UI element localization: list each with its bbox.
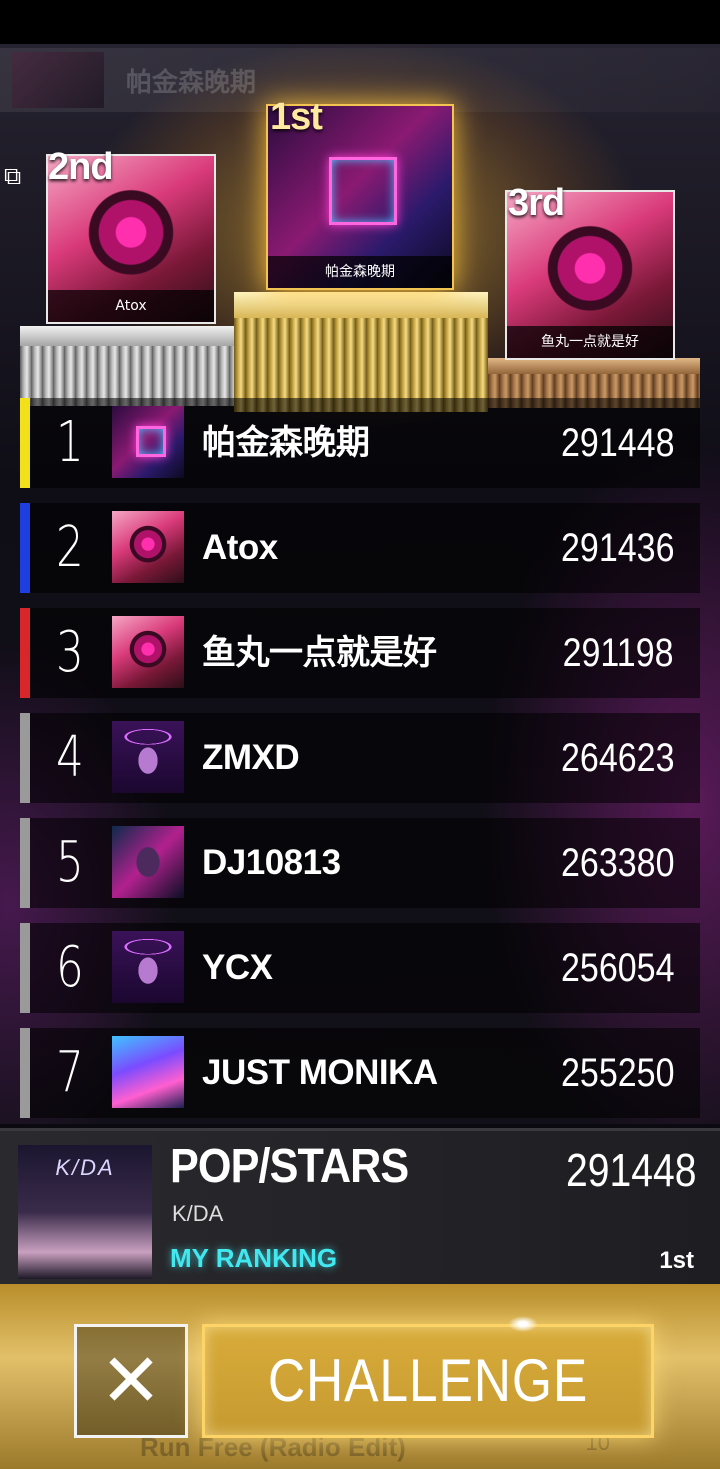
player-name: YCX	[202, 948, 273, 987]
player-score: 291436	[560, 526, 674, 570]
status-bar	[0, 0, 720, 44]
player-score: 291198	[563, 631, 674, 675]
avatar	[112, 1036, 184, 1108]
previous-song-header: 帕金森晚期	[0, 48, 720, 112]
leaderboard-row[interactable]: 6 YCX 256054	[20, 923, 700, 1013]
my-ranking-label: MY RANKING	[170, 1243, 338, 1273]
album-cover: K/DA	[18, 1145, 152, 1279]
avatar	[112, 616, 184, 688]
my-score: 291448	[565, 1144, 696, 1196]
player-score: 255250	[560, 1051, 674, 1095]
player-score: 264623	[560, 736, 674, 780]
avatar	[112, 406, 184, 478]
avatar	[112, 511, 184, 583]
rank-color-bar	[20, 713, 30, 803]
avatar	[112, 931, 184, 1003]
podium-pillar-second	[20, 326, 236, 406]
player-score: 263380	[560, 841, 674, 885]
sparkle-decoration	[508, 1316, 538, 1332]
my-rank: 1st	[659, 1247, 694, 1274]
rank-number: 4	[56, 725, 84, 790]
previous-song-thumbnail	[12, 52, 104, 108]
rank-color-bar	[20, 923, 30, 1013]
podium-rank-label: 1st	[270, 96, 323, 138]
player-score: 256054	[560, 946, 674, 990]
rank-number: 5	[56, 830, 84, 895]
rank-number: 2	[56, 515, 84, 580]
my-ranking-panel: K/DA POP/STARS K/DA 291448 MY RANKING 1s…	[0, 1128, 720, 1287]
song-title: POP/STARS	[170, 1140, 409, 1193]
podium-pillar-first	[234, 292, 488, 412]
player-name: JUST MONIKA	[202, 1053, 438, 1092]
rank-number: 3	[56, 620, 84, 685]
challenge-button[interactable]: CHALLENGE	[202, 1324, 654, 1438]
song-artist: K/DA	[172, 1201, 224, 1226]
leaderboard-row[interactable]: 1 帕金森晚期 291448	[20, 398, 700, 488]
rank-color-bar	[20, 1028, 30, 1118]
player-name: DJ10813	[202, 843, 341, 882]
rank-color-bar	[20, 608, 30, 698]
rank-color-bar	[20, 398, 30, 488]
leaderboard-row[interactable]: 2 Atox 291436	[20, 503, 700, 593]
album-cover-logo: K/DA	[55, 1155, 115, 1180]
close-button[interactable]: ✕	[74, 1324, 188, 1438]
leaderboard-row[interactable]: 4 ZMXD 264623	[20, 713, 700, 803]
leaderboard-row[interactable]: 7 JUST MONIKA 255250	[20, 1028, 700, 1118]
previous-song-title: 帕金森晚期	[126, 67, 257, 97]
rank-color-bar	[20, 503, 30, 593]
challenge-label: CHALLENGE	[267, 1347, 589, 1414]
podium-name: Atox	[48, 290, 214, 322]
podium-rank-label: 2nd	[48, 146, 114, 188]
podium-name: 鱼丸一点就是好	[507, 326, 673, 358]
leaderboard-row[interactable]: 3 鱼丸一点就是好 291198	[20, 608, 700, 698]
rank-color-bar	[20, 818, 30, 908]
avatar	[112, 826, 184, 898]
rank-number: 7	[56, 1040, 84, 1105]
player-name: 鱼丸一点就是好	[202, 633, 437, 673]
player-name: ZMXD	[202, 738, 300, 777]
rank-number: 6	[56, 935, 84, 1000]
player-name: Atox	[202, 528, 278, 567]
leaderboard-row[interactable]: 5 DJ10813 263380	[20, 818, 700, 908]
player-name: 帕金森晚期	[202, 423, 370, 463]
avatar	[112, 721, 184, 793]
podium-name: 帕金森晚期	[268, 256, 452, 288]
player-score: 291448	[560, 421, 674, 465]
puzzle-icon[interactable]: ⧉	[4, 162, 32, 192]
rank-number: 1	[56, 410, 84, 475]
close-icon: ✕	[99, 1338, 162, 1424]
podium-rank-label: 3rd	[508, 182, 565, 224]
